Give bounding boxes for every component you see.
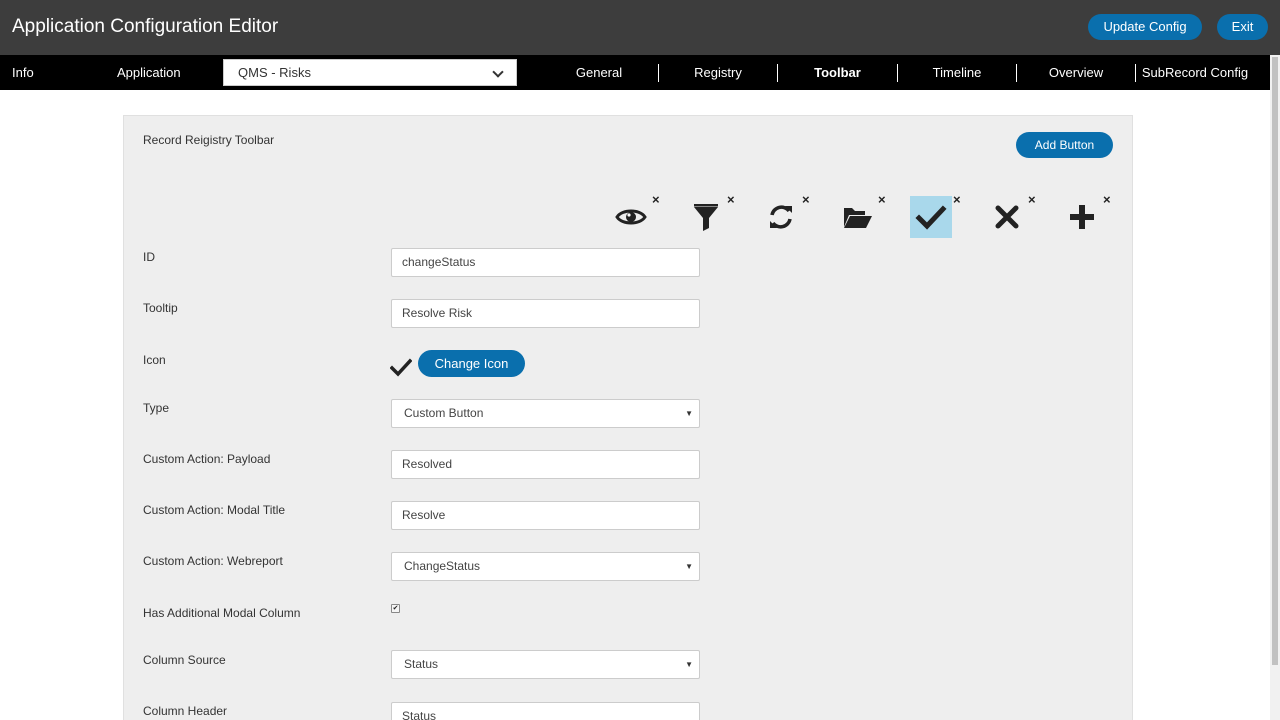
modal-title-label: Custom Action: Modal Title — [143, 503, 286, 517]
exit-button[interactable]: Exit — [1217, 14, 1268, 40]
type-select[interactable]: Custom Button ▼ — [391, 399, 700, 428]
remove-plus-button[interactable]: × — [1103, 193, 1111, 207]
has-modal-column-checkbox[interactable]: ✔ — [391, 604, 400, 613]
update-config-button[interactable]: Update Config — [1088, 14, 1202, 40]
remove-check-button[interactable]: × — [953, 193, 961, 207]
toolbar-config-panel: Record Reigistry Toolbar Add Button × × … — [123, 115, 1133, 720]
app-header: Application Configuration Editor Update … — [0, 0, 1280, 55]
scrollbar-thumb[interactable] — [1272, 57, 1278, 665]
tab-timeline[interactable]: Timeline — [898, 55, 1016, 90]
remove-times-button[interactable]: × — [1028, 193, 1036, 207]
tab-general[interactable]: General — [540, 55, 658, 90]
change-icon-button[interactable]: Change Icon — [418, 350, 525, 377]
tab-subrecord-config[interactable]: SubRecord Config — [1136, 55, 1254, 90]
column-source-label: Column Source — [143, 653, 226, 667]
column-header-label: Column Header — [143, 704, 228, 718]
nav-application-label: Application — [117, 65, 181, 80]
times-icon[interactable] — [986, 196, 1028, 238]
tab-registry[interactable]: Registry — [659, 55, 777, 90]
icon-label: Icon — [143, 353, 166, 367]
panel-title: Record Reigistry Toolbar — [143, 133, 275, 147]
remove-folder-button[interactable]: × — [878, 193, 886, 207]
eye-icon[interactable] — [610, 196, 652, 238]
app-title: Application Configuration Editor — [12, 16, 279, 37]
webreport-select-value: ChangeStatus — [404, 559, 481, 573]
dropdown-arrow-icon: ▼ — [685, 409, 693, 418]
id-label: ID — [143, 250, 155, 264]
type-select-value: Custom Button — [404, 406, 484, 420]
remove-eye-button[interactable]: × — [652, 193, 660, 207]
payload-label: Custom Action: Payload — [143, 452, 271, 466]
nav-bar: Info Application QMS - Risks General Reg… — [0, 55, 1270, 90]
payload-input[interactable]: Resolved — [391, 450, 700, 479]
id-input[interactable]: changeStatus — [391, 248, 700, 277]
page-scrollbar[interactable] — [1270, 55, 1280, 720]
add-button[interactable]: Add Button — [1016, 132, 1113, 158]
column-source-select[interactable]: Status ▼ — [391, 650, 700, 679]
tab-overview[interactable]: Overview — [1017, 55, 1135, 90]
webreport-label: Custom Action: Webreport — [143, 554, 283, 568]
filter-icon[interactable] — [685, 196, 727, 238]
webreport-select[interactable]: ChangeStatus ▼ — [391, 552, 700, 581]
remove-refresh-button[interactable]: × — [802, 193, 810, 207]
nav-info-link[interactable]: Info — [12, 55, 34, 90]
check-icon[interactable] — [910, 196, 952, 238]
column-header-input[interactable]: Status — [391, 702, 700, 720]
remove-filter-button[interactable]: × — [727, 193, 735, 207]
application-select[interactable]: QMS - Risks — [223, 59, 517, 86]
check-icon — [389, 356, 413, 378]
tooltip-label: Tooltip — [143, 301, 178, 315]
tooltip-input[interactable]: Resolve Risk — [391, 299, 700, 328]
dropdown-arrow-icon: ▼ — [685, 660, 693, 669]
dropdown-arrow-icon: ▼ — [685, 562, 693, 571]
refresh-icon[interactable] — [760, 196, 802, 238]
type-label: Type — [143, 401, 170, 415]
has-modal-column-label: Has Additional Modal Column — [143, 606, 301, 620]
application-select-value: QMS - Risks — [238, 65, 311, 80]
plus-icon[interactable] — [1061, 196, 1103, 238]
tab-toolbar[interactable]: Toolbar — [778, 55, 897, 90]
modal-title-input[interactable]: Resolve — [391, 501, 700, 530]
folder-open-icon[interactable] — [836, 196, 878, 238]
chevron-down-icon — [492, 66, 504, 78]
column-source-select-value: Status — [404, 657, 439, 671]
